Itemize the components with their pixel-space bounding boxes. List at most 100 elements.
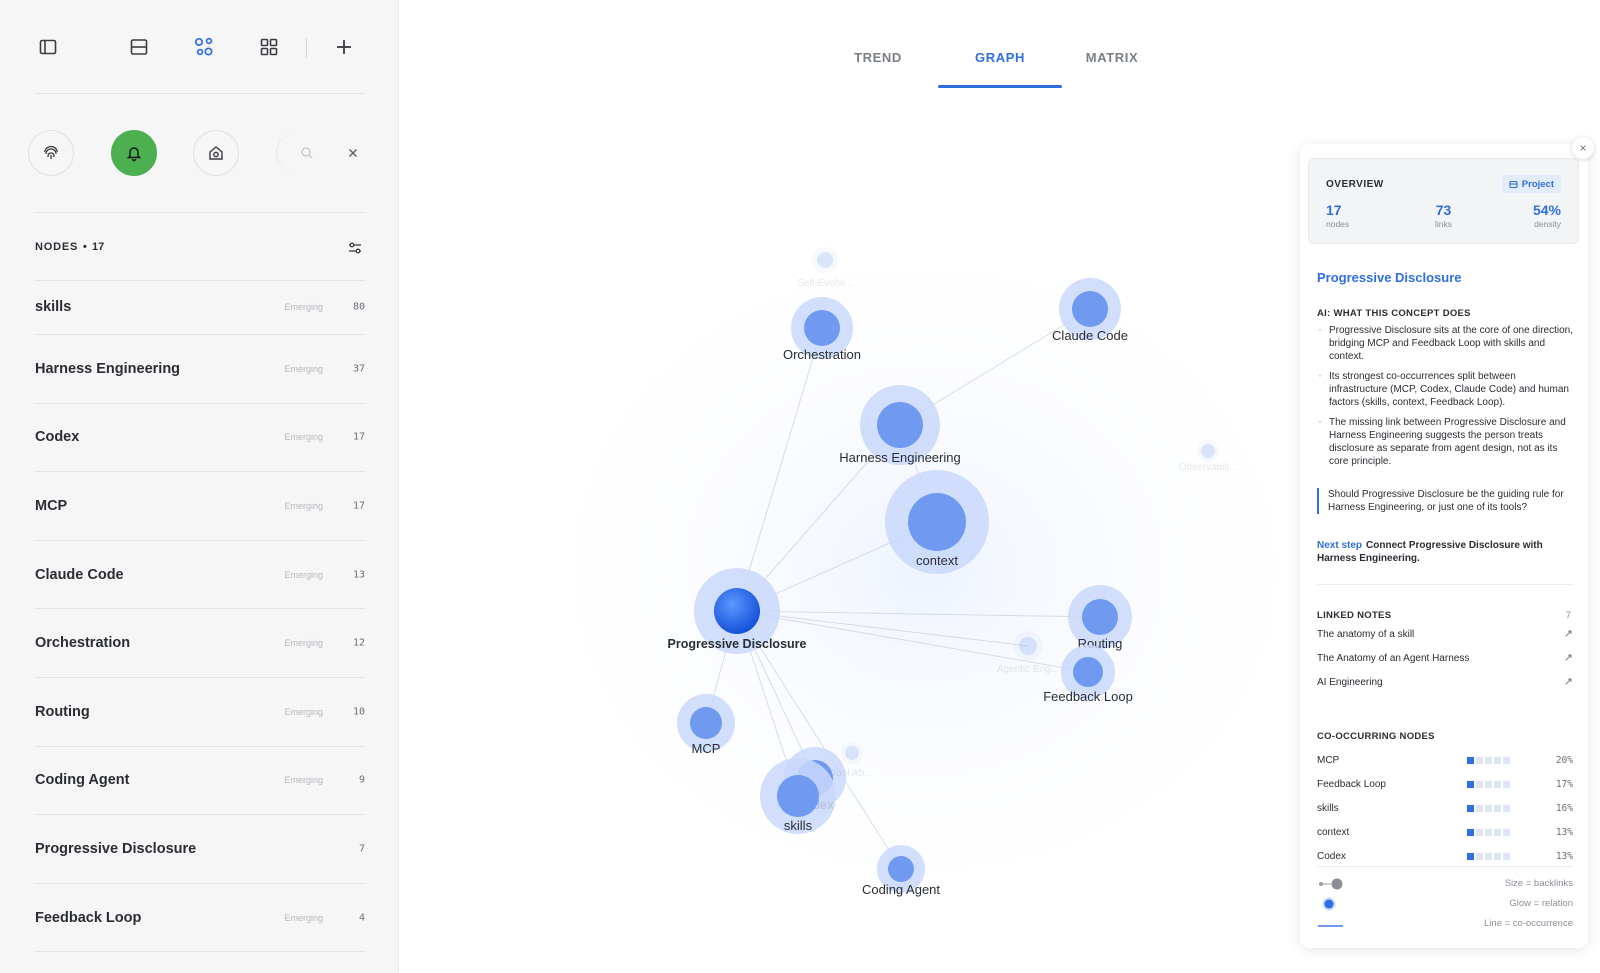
add-icon[interactable] [331,34,357,60]
sidebar-toolbar [35,26,365,66]
node-label: Feedback Loop [1043,689,1133,704]
co-strength-bars [1467,757,1510,764]
stat-value: 54% [1532,202,1561,218]
notification-filter-button[interactable] [111,130,157,176]
next-step-label[interactable]: Next step [1317,540,1362,551]
home-scan-icon [209,146,223,160]
divider [35,93,365,94]
co-strength-bars [1467,853,1510,860]
node-list: skills Emerging 80 Harness Engineering Emer… [35,280,365,953]
graph-svg[interactable]: Progressive Disclosure context Harness Eng… [400,100,1300,973]
divider [35,212,365,213]
node-list-item[interactable]: Coding Agent Emerging 9 [35,747,365,816]
node-status: Emerging [284,706,323,717]
node-list-item[interactable]: Feedback Loop Emerging 4 [35,884,365,953]
nodes-header: NODES • 17 [35,238,365,258]
node-status: Emerging [284,500,323,511]
linked-note-item[interactable]: AI Engineering ↗ [1317,672,1573,696]
node-core [777,775,819,817]
linked-notes-count: 7 [1565,610,1571,621]
divider [1317,584,1573,585]
node-name: Orchestration [35,635,131,652]
node-list-item[interactable]: Orchestration Emerging 12 [35,609,365,678]
nodes-title: NODES [35,241,79,253]
node-core [804,310,840,346]
sidebar: NODES • 17 skills Emerging 80 Harness Engi… [0,0,399,973]
tab-graph[interactable]: GRAPH [938,50,1062,65]
co-strength-bars [1467,829,1510,836]
node-status: Emerging [284,638,323,649]
node-list-item[interactable]: Progressive Disclosure 7 [35,815,365,884]
node-label: skills [784,818,813,833]
bell-icon [126,147,142,162]
close-panel-button[interactable]: × [1572,137,1594,159]
co-occurring-item[interactable]: MCP 20% [1317,751,1573,775]
grid-view-icon[interactable] [256,34,282,60]
co-node-name: MCP [1317,755,1340,766]
search-field[interactable] [276,134,336,172]
co-strength-bars [1467,805,1510,812]
legend-label: Line = co-occurrence [1484,918,1573,929]
sidebar-toggle-icon[interactable] [35,34,61,60]
graph-view-icon[interactable] [191,34,217,60]
co-percent: 13% [1555,851,1573,862]
linked-note-item[interactable]: The anatomy of a skill ↗ [1317,624,1573,648]
co-node-name: Feedback Loop [1317,779,1386,790]
tab-matrix[interactable]: MATRIX [1064,50,1160,65]
node-core [690,707,722,739]
node-list-item[interactable]: Codex Emerging 17 [35,404,365,473]
node-name: MCP [35,497,68,514]
node-core [1201,444,1215,458]
co-occurring-item[interactable]: context 13% [1317,823,1573,847]
co-occurring-item[interactable]: skills 16% [1317,799,1573,823]
node-count: 10 [352,706,365,718]
node-status: Emerging [284,912,323,923]
linked-note-title: The Anatomy of an Agent Harness [1317,653,1470,664]
node-list-item[interactable]: MCP Emerging 17 [35,472,365,541]
glow-legend-icon [1322,897,1336,911]
stat-label: density [1534,219,1561,229]
graph-background-halo [505,210,1300,930]
node-count: 4 [358,912,365,924]
graph-node[interactable]: skills [760,758,836,834]
search-icon [300,147,312,159]
project-badge-label: Project [1521,178,1554,190]
node-core [877,402,923,448]
node-label: Orchestration [783,347,861,362]
co-occurring-item[interactable]: Feedback Loop 17% [1317,775,1573,799]
node-label: Harness Engineering [839,450,960,465]
co-occurring-item[interactable]: Codex 13% [1317,847,1573,871]
node-status: Emerging [284,569,323,580]
clear-filter-button[interactable] [342,142,364,164]
node-list-item[interactable]: skills Emerging 80 [35,280,365,335]
ai-question: Should Progressive Disclosure be the gui… [1317,488,1573,514]
concept-title[interactable]: Progressive Disclosure [1317,270,1462,285]
legend-label: Glow = relation [1509,898,1573,909]
nodes-count: 17 [92,241,105,253]
node-list-item[interactable]: Claude Code Emerging 13 [35,541,365,610]
linked-note-title: The anatomy of a skill [1317,629,1415,640]
graph-canvas[interactable]: Progressive Disclosure context Harness Eng… [400,100,1300,973]
node-name: Codex [35,429,80,446]
sort-options-button[interactable] [345,238,365,258]
node-list-item[interactable]: Harness Engineering Emerging 37 [35,335,365,404]
split-view-icon[interactable] [126,34,152,60]
graph-node[interactable]: context [885,470,989,574]
ai-bullet: The missing link between Progressive Dis… [1317,415,1573,468]
scan-filter-button[interactable] [193,130,239,176]
tab-trend[interactable]: TREND [820,50,936,65]
graph-node[interactable]: Routing [1068,585,1132,651]
node-list-item[interactable]: Routing Emerging 10 [35,678,365,747]
node-core [888,856,914,882]
view-tabs: TREND GRAPH MATRIX [820,40,1160,88]
node-label: Progressive Disclosure [668,637,807,651]
project-badge[interactable]: Project [1501,175,1561,193]
linked-note-item[interactable]: The Anatomy of an Agent Harness ↗ [1317,648,1573,672]
node-name: Coding Agent [35,772,130,789]
sliders-icon [349,242,361,254]
co-percent: 20% [1555,755,1573,766]
node-count: 80 [352,301,365,313]
node-name: Harness Engineering [35,360,181,377]
detail-panel: OVERVIEW Project 17 nodes 73 links 54% d… [1300,144,1588,948]
fingerprint-filter-button[interactable] [28,130,74,176]
